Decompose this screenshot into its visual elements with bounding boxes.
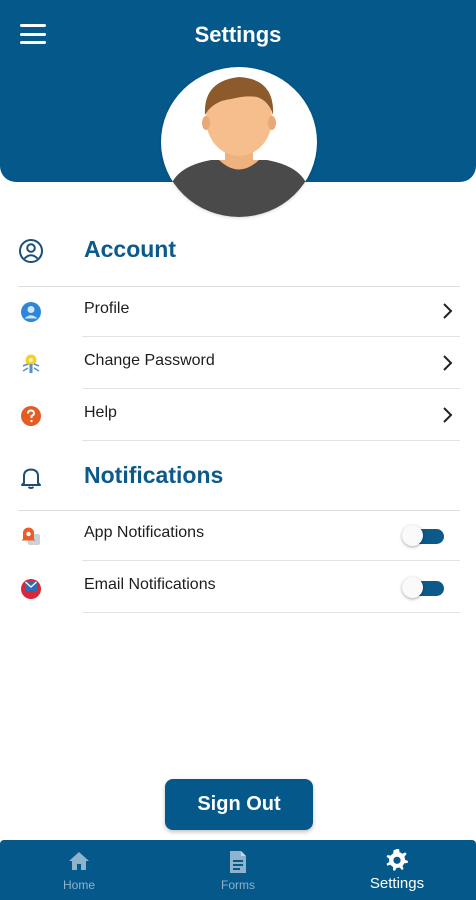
- app-notifications-toggle[interactable]: [402, 524, 446, 546]
- gear-icon: [386, 849, 408, 871]
- settings-item-label: App Notifications: [84, 524, 205, 541]
- divider: [82, 612, 460, 613]
- nav-item-forms[interactable]: Forms: [159, 840, 317, 900]
- settings-item-label: Profile: [84, 300, 130, 317]
- toggle-knob: [402, 577, 423, 598]
- settings-item-label: Change Password: [84, 352, 215, 369]
- avatar[interactable]: [161, 67, 317, 217]
- nav-label: Settings: [369, 875, 425, 892]
- settings-item-profile[interactable]: Profile: [0, 285, 476, 337]
- settings-item-email-notifications[interactable]: Email Notifications: [0, 561, 476, 613]
- nav-label: Forms: [221, 878, 255, 892]
- account-section-header: Account: [0, 226, 476, 276]
- sign-out-button[interactable]: Sign Out: [165, 779, 313, 830]
- user-circle-icon: [19, 239, 43, 263]
- chevron-right-icon: [443, 407, 453, 423]
- nav-label: Home: [62, 878, 95, 892]
- chevron-right-icon: [443, 355, 453, 371]
- key-icon: [22, 354, 40, 373]
- settings-item-change-password[interactable]: Change Password: [0, 337, 476, 389]
- avatar-person-icon: [169, 77, 309, 217]
- bottom-nav: Home Forms Settings: [0, 840, 476, 900]
- toggle-knob: [402, 525, 423, 546]
- page-title: Settings: [194, 22, 282, 47]
- forms-icon: [230, 851, 246, 873]
- divider: [82, 440, 460, 441]
- settings-item-help[interactable]: Help: [0, 389, 476, 441]
- chevron-right-icon: [443, 303, 453, 319]
- email-notification-icon: [21, 579, 41, 599]
- settings-item-app-notifications[interactable]: App Notifications: [0, 509, 476, 561]
- section-title-account: Account: [84, 236, 176, 262]
- app-notification-icon: [21, 527, 40, 545]
- nav-item-home[interactable]: Home: [0, 840, 158, 900]
- home-icon: [69, 852, 89, 870]
- nav-item-settings[interactable]: Settings: [318, 840, 476, 900]
- settings-item-label: Help: [84, 404, 117, 421]
- section-title-notifications: Notifications: [84, 462, 224, 488]
- person-icon: [21, 302, 41, 322]
- question-icon: [21, 406, 41, 426]
- bell-icon: [21, 468, 41, 489]
- settings-item-label: Email Notifications: [84, 576, 216, 593]
- notifications-section-header: Notifications: [0, 452, 476, 502]
- email-notifications-toggle[interactable]: [402, 576, 446, 598]
